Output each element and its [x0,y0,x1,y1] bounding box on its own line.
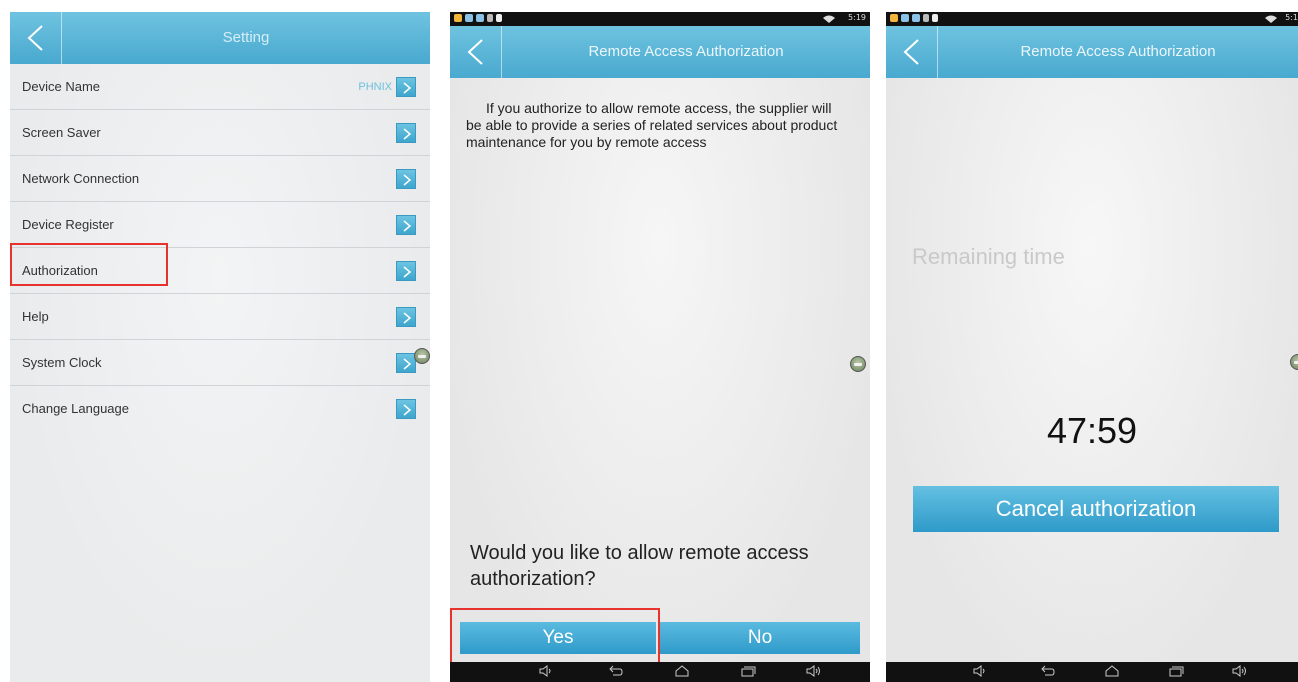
recent-apps-icon[interactable] [1168,665,1184,679]
status-bar: 5:1 [886,12,1298,26]
recent-apps-icon[interactable] [740,665,756,679]
settings-item-label: System Clock [22,355,102,370]
back-button[interactable] [10,12,62,64]
authorization-prompt-screen: 5:19 Remote Access Authorization If you … [450,12,870,682]
floating-assistive-icon[interactable] [850,356,866,372]
page-title: Remote Access Authorization [1020,43,1216,60]
usb-icon [923,14,929,22]
page-title: Remote Access Authorization [588,43,784,60]
settings-list: Device Name PHNIX Screen Saver Network C… [10,64,430,432]
authorization-header: Remote Access Authorization [886,26,1298,78]
confirm-buttons: Yes No [460,622,860,654]
back-icon[interactable] [1040,665,1056,679]
status-clock: 5:19 [848,13,866,22]
yes-button[interactable]: Yes [460,622,656,654]
settings-item-device-register[interactable]: Device Register [10,202,430,248]
notification-icons [890,14,938,24]
settings-item-label: Help [22,309,49,324]
remaining-time-label: Remaining time [912,244,1065,269]
settings-item-label: Screen Saver [22,125,101,140]
page-title: Setting [222,29,270,46]
wifi-icon [1265,15,1277,23]
back-chevron-icon [467,39,483,65]
home-icon[interactable] [1104,665,1120,679]
app-notification-icon [890,14,898,22]
volume-down-icon[interactable] [972,665,988,679]
volume-up-icon[interactable] [1232,665,1248,679]
settings-item-screen-saver[interactable]: Screen Saver [10,110,430,156]
floating-assistive-icon[interactable] [1290,354,1298,370]
storage-icon [932,14,938,22]
chevron-right-icon[interactable] [396,261,416,281]
settings-header: Setting [10,12,430,64]
settings-item-device-name[interactable]: Device Name PHNIX [10,64,430,110]
navigation-bar [886,662,1298,682]
storage-icon [496,14,502,22]
app-notification-icon [901,14,909,22]
volume-down-icon[interactable] [538,665,554,679]
chevron-right-icon[interactable] [396,169,416,189]
floating-assistive-icon[interactable] [414,348,430,364]
app-notification-icon [465,14,473,22]
back-button[interactable] [886,26,938,78]
settings-item-network-connection[interactable]: Network Connection [10,156,430,202]
settings-screen: Setting Device Name PHNIX Screen Saver N… [10,12,430,682]
authorization-description: If you authorize to allow remote access,… [466,100,838,150]
wifi-icon [823,15,835,23]
volume-up-icon[interactable] [806,665,822,679]
back-chevron-icon [903,39,919,65]
settings-item-change-language[interactable]: Change Language [10,386,430,432]
settings-item-help[interactable]: Help [10,294,430,340]
settings-item-label: Change Language [22,401,129,416]
settings-item-label: Network Connection [22,171,140,186]
back-button[interactable] [450,26,502,78]
back-icon[interactable] [608,665,624,679]
no-button[interactable]: No [660,622,860,654]
navigation-bar [450,662,870,682]
status-clock: 5:1 [1285,13,1298,22]
home-icon[interactable] [674,665,690,679]
chevron-right-icon[interactable] [396,399,416,419]
authorization-active-screen: 5:1 Remote Access Authorization Remainin… [886,12,1298,682]
settings-item-label: Device Name [22,79,101,94]
settings-item-value: PHNIX [358,81,392,93]
app-notification-icon [476,14,484,22]
app-notification-icon [912,14,920,22]
settings-item-system-clock[interactable]: System Clock [10,340,430,386]
chevron-right-icon[interactable] [396,353,416,373]
settings-item-label: Authorization [22,263,98,278]
authorization-header: Remote Access Authorization [450,26,870,78]
authorization-question: Would you like to allow remote access au… [470,542,809,590]
settings-item-authorization[interactable]: Authorization [10,248,430,294]
chevron-right-icon[interactable] [396,307,416,327]
notification-icons [454,14,502,24]
chevron-right-icon[interactable] [396,215,416,235]
settings-item-label: Device Register [22,217,114,232]
chevron-right-icon[interactable] [396,123,416,143]
cancel-authorization-button[interactable]: Cancel authorization [913,486,1279,532]
usb-icon [487,14,493,22]
status-bar: 5:19 [450,12,870,26]
app-notification-icon [454,14,462,22]
back-chevron-icon [27,25,43,51]
countdown-timer: 47:59 [1046,410,1138,451]
chevron-right-icon[interactable] [396,77,416,97]
